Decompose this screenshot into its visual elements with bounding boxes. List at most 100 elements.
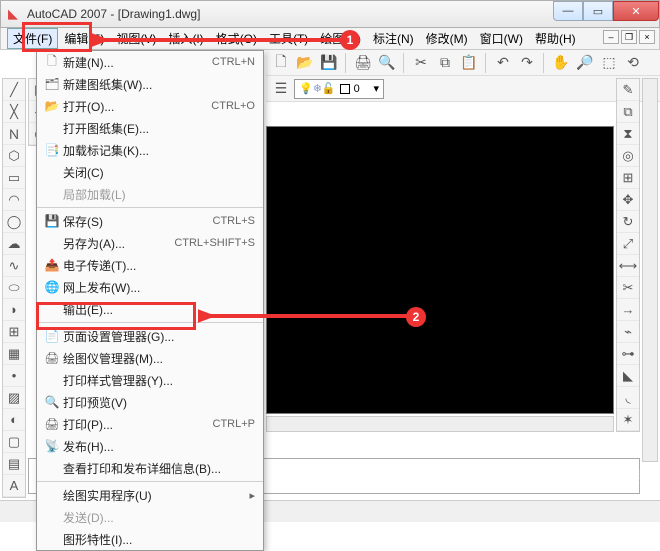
extend-icon[interactable]: → — [617, 299, 639, 321]
menu-modify[interactable]: 修改(M) — [420, 28, 474, 49]
mdi-minimize[interactable]: – — [603, 30, 619, 44]
menu-insert[interactable]: 插入(I) — [162, 28, 209, 49]
table-icon[interactable]: ▤ — [3, 453, 25, 475]
mtext-icon[interactable]: A — [3, 475, 25, 497]
menu-new[interactable]: 🗋新建(N)...CTRL+N — [37, 51, 263, 73]
layer-manager-icon[interactable]: ☰ — [270, 78, 292, 100]
scale-icon[interactable]: ⤢ — [617, 233, 639, 255]
layer-dropdown[interactable]: 💡 ❄ 🔓 0 ▾ — [294, 79, 384, 99]
gradient-icon[interactable]: ◐ — [3, 409, 25, 431]
minimize-button[interactable]: — — [553, 1, 583, 21]
menu-load-markup[interactable]: 📑加载标记集(K)... — [37, 139, 263, 161]
erase-icon[interactable]: ✎ — [617, 79, 639, 101]
tb-pan-icon[interactable]: ✋ — [550, 52, 572, 74]
menu-format[interactable]: 格式(O) — [210, 28, 263, 49]
menu-plot-style[interactable]: 打印样式管理器(Y)... — [37, 369, 263, 391]
menu-publish-web[interactable]: 🌐网上发布(W)... — [37, 276, 263, 298]
tb-redo-icon[interactable]: ↷ — [516, 52, 538, 74]
menu-new-sheetset[interactable]: 🗂新建图纸集(W)... — [37, 73, 263, 95]
circle-icon[interactable]: ◯ — [3, 211, 25, 233]
modify-toolbar: ✎ ⧉ ⧗ ◎ ⊞ ✥ ↻ ⤢ ⟷ ✂ → ⌁ ⊶ ◣ ◟ ✶ — [616, 78, 640, 432]
rotate-icon[interactable]: ↻ — [617, 211, 639, 233]
menu-file[interactable]: 文件(F) — [7, 28, 58, 49]
menu-export[interactable]: 输出(E)... — [37, 298, 263, 320]
offset-icon[interactable]: ◎ — [617, 145, 639, 167]
maximize-button[interactable]: ▭ — [583, 1, 613, 21]
menu-window[interactable]: 窗口(W) — [474, 28, 529, 49]
move-icon[interactable]: ✥ — [617, 189, 639, 211]
tb-plot-icon[interactable]: 🖨 — [352, 52, 374, 74]
rectangle-icon[interactable]: ▭ — [3, 167, 25, 189]
menu-plot-preview[interactable]: 🔍打印预览(V) — [37, 391, 263, 413]
close-button[interactable]: ✕ — [613, 1, 659, 21]
menu-save[interactable]: 💾保存(S)CTRL+S — [37, 210, 263, 232]
menu-close[interactable]: 关闭(C) — [37, 161, 263, 183]
tb-zoomprev-icon[interactable]: ⟲ — [622, 52, 644, 74]
draw-toolbar: ╱ ╳ Ｎ ⬡ ▭ ◠ ◯ ☁ ∿ ⬭ ◗ ⊞ ▦ • ▨ ◐ ▢ ▤ A — [2, 78, 26, 498]
menu-page-setup[interactable]: 📄页面设置管理器(G)... — [37, 325, 263, 347]
line-icon[interactable]: ╱ — [3, 79, 25, 101]
chamfer-icon[interactable]: ◣ — [617, 365, 639, 387]
tb-copy-icon[interactable]: ⧉ — [434, 52, 456, 74]
tb-preview-icon[interactable]: 🔍 — [376, 52, 398, 74]
copy-obj-icon[interactable]: ⧉ — [617, 101, 639, 123]
drawing-area[interactable] — [266, 126, 614, 414]
menu-drawing-props[interactable]: 图形特性(I)... — [37, 528, 263, 550]
arc-icon[interactable]: ◠ — [3, 189, 25, 211]
menu-open-sheetset[interactable]: 打开图纸集(E)... — [37, 117, 263, 139]
tb-new-icon[interactable]: 🗋 — [270, 52, 292, 74]
menu-help[interactable]: 帮助(H) — [529, 28, 582, 49]
mdi-restore[interactable]: ❐ — [621, 30, 637, 44]
horizontal-scrollbar[interactable] — [266, 416, 614, 432]
app-icon: ◣ — [5, 6, 21, 22]
hatch-icon[interactable]: ▨ — [3, 387, 25, 409]
menu-publish-details[interactable]: 查看打印和发布详细信息(B)... — [37, 457, 263, 479]
xline-icon[interactable]: ╳ — [3, 101, 25, 123]
page-setup-icon: 📄 — [41, 329, 63, 343]
trim-icon[interactable]: ✂ — [617, 277, 639, 299]
vertical-scrollbar[interactable] — [642, 78, 658, 462]
file-menu-dropdown: 🗋新建(N)...CTRL+N 🗂新建图纸集(W)... 📂打开(O)...CT… — [36, 50, 264, 551]
menu-draw[interactable]: 绘图(D) — [314, 28, 367, 49]
print-icon: 🖨 — [41, 417, 63, 431]
menu-drawing-utils[interactable]: 绘图实用程序(U)▸ — [37, 484, 263, 506]
menu-edit[interactable]: 编辑(E) — [58, 28, 110, 49]
layer-color-swatch — [340, 84, 350, 94]
menu-plot[interactable]: 🖨打印(P)...CTRL+P — [37, 413, 263, 435]
polyline-icon[interactable]: Ｎ — [3, 123, 25, 145]
mirror-icon[interactable]: ⧗ — [617, 123, 639, 145]
tb-undo-icon[interactable]: ↶ — [492, 52, 514, 74]
menubar: 文件(F) 编辑(E) 视图(V) 插入(I) 格式(O) 工具(T) 绘图(D… — [0, 28, 660, 50]
menu-tools[interactable]: 工具(T) — [263, 28, 314, 49]
tb-cut-icon[interactable]: ✂ — [410, 52, 432, 74]
polygon-icon[interactable]: ⬡ — [3, 145, 25, 167]
insert-icon[interactable]: ⊞ — [3, 321, 25, 343]
spline-icon[interactable]: ∿ — [3, 255, 25, 277]
fillet-icon[interactable]: ◟ — [617, 387, 639, 409]
block-icon[interactable]: ▦ — [3, 343, 25, 365]
array-icon[interactable]: ⊞ — [617, 167, 639, 189]
ellipsearc-icon[interactable]: ◗ — [3, 299, 25, 321]
tb-zoomwin-icon[interactable]: ⬚ — [598, 52, 620, 74]
tb-zoom-icon[interactable]: 🔎 — [574, 52, 596, 74]
explode-icon[interactable]: ✶ — [617, 409, 639, 431]
menu-etransmit[interactable]: 📤电子传递(T)... — [37, 254, 263, 276]
point-icon[interactable]: • — [3, 365, 25, 387]
stretch-icon[interactable]: ⟷ — [617, 255, 639, 277]
menu-publish[interactable]: 📡发布(H)... — [37, 435, 263, 457]
menu-plotter-mgr[interactable]: 🖨绘图仪管理器(M)... — [37, 347, 263, 369]
menu-view[interactable]: 视图(V) — [110, 28, 162, 49]
break-icon[interactable]: ⌁ — [617, 321, 639, 343]
mdi-close[interactable]: × — [639, 30, 655, 44]
menu-open[interactable]: 📂打开(O)...CTRL+O — [37, 95, 263, 117]
tb-save-icon[interactable]: 💾 — [318, 52, 340, 74]
revcloud-icon[interactable]: ☁ — [3, 233, 25, 255]
region-icon[interactable]: ▢ — [3, 431, 25, 453]
tb-open-icon[interactable]: 📂 — [294, 52, 316, 74]
tb-paste-icon[interactable]: 📋 — [458, 52, 480, 74]
join-icon[interactable]: ⊶ — [617, 343, 639, 365]
ellipse-icon[interactable]: ⬭ — [3, 277, 25, 299]
menu-save-as[interactable]: 另存为(A)...CTRL+SHIFT+S — [37, 232, 263, 254]
plotter-icon: 🖨 — [41, 351, 63, 365]
menu-dimension[interactable]: 标注(N) — [367, 28, 420, 49]
